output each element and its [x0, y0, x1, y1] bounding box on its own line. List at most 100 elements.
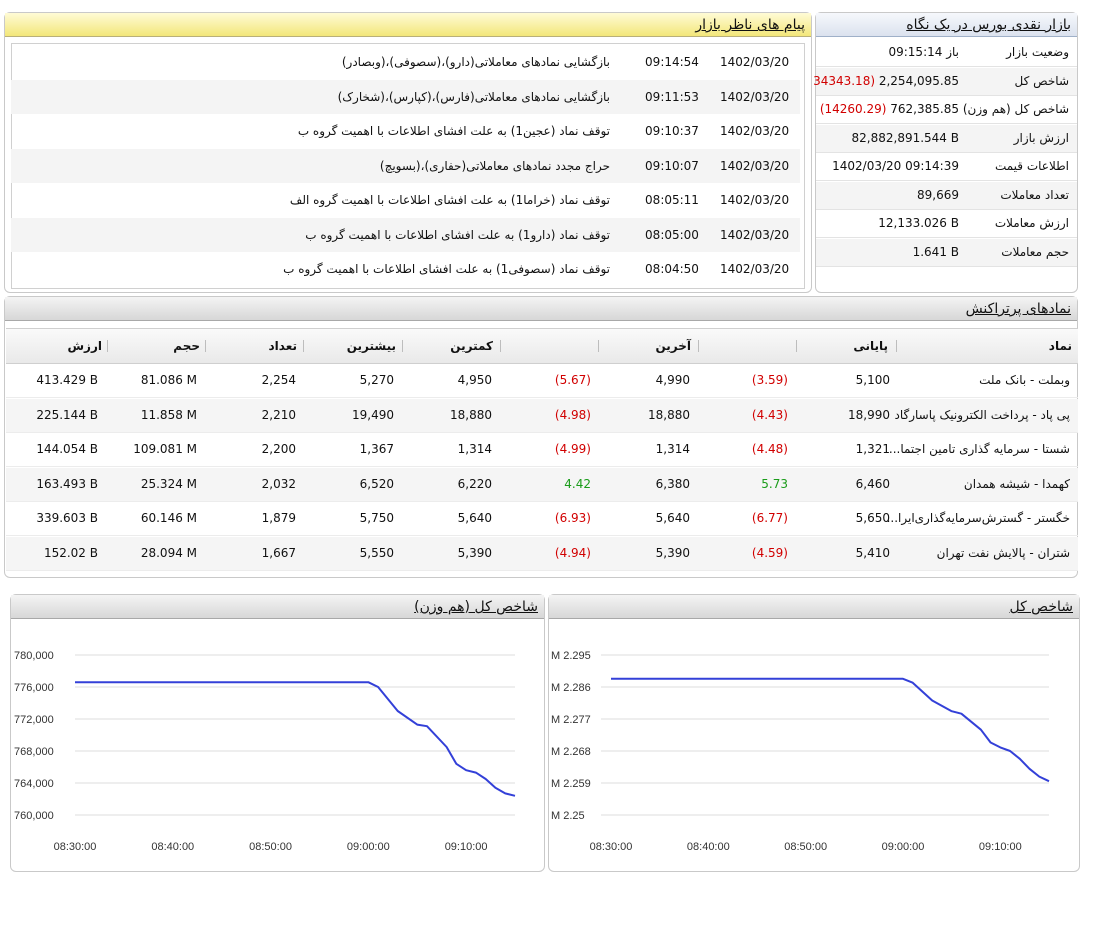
overview-label: اطلاعات قیمت [994, 159, 1069, 173]
table-row[interactable]: وبملت - بانک ملت 5,100 (3.59) 4,990 (5.67) 4,… [6, 364, 1078, 398]
trade-volume: 25.324 M [140, 476, 197, 491]
last-price: 5,390 [655, 545, 690, 560]
table-row[interactable]: شتران - پالایش نفت تهران 5,410 (4.59) 5,390… [6, 536, 1078, 571]
table-row[interactable]: کهمدا - شیشه همدان 6,460 5.73 6,380 4.42 6,22… [6, 467, 1078, 502]
overview-value-text: 89,669 [917, 187, 959, 202]
y-tick-label: 780,000 [14, 650, 54, 662]
close-price: 5,410 [855, 545, 890, 560]
news-text: حراج مجدد نمادهای معاملاتی(حفاری)،(بسویچ… [379, 158, 610, 173]
min-price: 1,314 [457, 442, 492, 456]
y-tick-label: M 2.268 [551, 746, 591, 758]
news-item[interactable]: 1402/03/20 09:10:07 حراج مجدد نمادهای معام… [11, 148, 800, 183]
last-price: 4,990 [655, 373, 690, 387]
news-time: 09:14:54 [645, 55, 699, 69]
overview-value: (14260.29) 762,385.85 [820, 102, 959, 116]
last-price: 18,880 [648, 407, 690, 422]
overview-label: ارزش معاملات [994, 216, 1069, 230]
y-tick-label: 776,000 [14, 682, 54, 694]
symbol-name[interactable]: پی پاد - پرداخت الکترونیک پاسارگاد [895, 408, 1071, 422]
news-text: توقف نماد (خراما1) به علت افشای اطلاعات … [289, 193, 610, 207]
overview-label: شاخص کل (هم وزن) [962, 102, 1069, 116]
col-separator [205, 340, 206, 352]
news-date: 1402/03/20 [720, 262, 790, 276]
symbol-name[interactable]: شستا - سرمایه گذاری تامین اجتما... [889, 442, 1070, 456]
symbol-name[interactable]: کهمدا - شیشه همدان [964, 477, 1070, 491]
news-time: 09:10:07 [645, 158, 699, 173]
overview-row: شاخص کل (هم وزن) (14260.29) 762,385.85 [816, 96, 1077, 124]
close-price: 18,990 [848, 407, 890, 422]
news-text: بازگشایی نمادهای معاملاتی(دارو)،(سصوفی)،… [341, 55, 610, 69]
table-row[interactable]: پی پاد - پرداخت الکترونیک پاسارگاد 18,990… [6, 398, 1078, 433]
close-change: (4.43) [751, 407, 788, 422]
news-time: 08:05:00 [645, 227, 699, 242]
last-change: (4.98) [554, 407, 591, 422]
overview-value-text: 1402/03/20 09:14:39 [832, 159, 959, 173]
table-row[interactable]: خگستر - گسترش‌سرمایه‌گذاری‌ایرا... 5,650 (… [6, 502, 1078, 536]
trade-value: 152.02 B [43, 545, 98, 560]
symbol-name[interactable]: وبملت - بانک ملت [979, 373, 1070, 387]
overview-value-text: 1.641 B [912, 244, 959, 259]
overview-value: 12,133.026 B [878, 216, 959, 230]
overview-value: باز 09:15:14 [888, 45, 959, 59]
news-item[interactable]: 1402/03/20 09:14:54 بازگشایی نمادهای معامل… [11, 45, 800, 79]
news-time: 08:04:50 [645, 262, 699, 276]
news-time: 09:11:53 [645, 89, 699, 104]
overview-row: ارزش معاملات 12,133.026 B [816, 210, 1077, 238]
news-item[interactable]: 1402/03/20 08:04:50 توقف نماد (سصوفی1) به … [11, 252, 800, 286]
x-tick-label: 08:30:00 [590, 841, 633, 853]
last-change: 4.42 [564, 476, 591, 491]
news-text: بازگشایی نمادهای معاملاتی(فارس)،(کپارس)،… [337, 89, 610, 104]
close-price: 6,460 [855, 476, 890, 491]
close-change: (4.59) [751, 545, 788, 560]
col-header-min[interactable]: کمترین [450, 330, 493, 362]
x-tick-label: 09:10:00 [445, 841, 488, 853]
col-header-close[interactable]: پایانی [853, 330, 888, 362]
news-time: 09:10:37 [645, 124, 699, 138]
table-row[interactable]: شستا - سرمایه گذاری تامین اجتما... 1,321 (… [6, 433, 1078, 467]
trade-value: 413.429 B [36, 373, 98, 387]
total-index-chart: M 2.295 M 2.286 M 2.277 M 2.268 M 2.259 M 2.2… [551, 650, 1050, 853]
y-tick-label: M 2.286 [551, 682, 591, 694]
news-item[interactable]: 1402/03/20 09:10:37 توقف نماد (عجین1) به ع… [11, 114, 800, 148]
table-header-bar [6, 328, 1078, 364]
symbol-name[interactable]: شتران - پالایش نفت تهران [937, 546, 1070, 560]
close-price: 5,100 [855, 373, 890, 387]
market-overview-panel: بازار نقدی بورس در یک نگاه وضعیت بازار با… [808, 12, 1078, 293]
overview-row: تعداد معاملات 89,669 [816, 181, 1077, 210]
news-date: 1402/03/20 [720, 158, 790, 173]
col-header-max[interactable]: بیشترین [347, 330, 396, 362]
news-item[interactable]: 1402/03/20 08:05:11 توقف نماد (خراما1) به … [11, 183, 800, 217]
col-separator [796, 340, 797, 352]
col-header-volume[interactable]: حجم [173, 330, 200, 362]
last-change: (6.93) [554, 511, 591, 525]
close-change: (3.59) [751, 373, 788, 387]
col-header-value[interactable]: ارزش [68, 330, 103, 362]
news-item[interactable]: 1402/03/20 09:11:53 بازگشایی نمادهای معامل… [11, 79, 800, 114]
news-item[interactable]: 1402/03/20 08:05:00 توقف نماد (دارو1) به ع… [11, 217, 800, 252]
trade-count: 2,200 [261, 442, 296, 456]
last-price: 1,314 [655, 442, 690, 456]
trade-count: 1,667 [261, 545, 296, 560]
last-change: (5.67) [554, 373, 591, 387]
overview-row: اطلاعات قیمت 1402/03/20 09:14:39 [816, 153, 1077, 181]
trade-count: 2,032 [261, 476, 296, 491]
col-header-symbol[interactable]: نماد [1049, 330, 1072, 362]
news-text: توقف نماد (عجین1) به علت افشای اطلاعات ب… [297, 124, 610, 138]
x-tick-label: 08:40:00 [151, 841, 194, 853]
close-change: (4.48) [751, 442, 788, 456]
col-separator [402, 340, 403, 352]
close-change: (6.77) [751, 511, 788, 525]
trade-value: 144.054 B [36, 442, 98, 456]
market-news-panel: پیام های ناظر بازار 1402/03/20 09:14:54 با… [4, 12, 812, 293]
overview-value-text: 2,254,095.85 [878, 73, 959, 88]
symbol-name[interactable]: خگستر - گسترش‌سرمایه‌گذاری‌ایرا... [887, 511, 1070, 525]
overview-row: وضعیت بازار باز 09:15:14 [816, 39, 1077, 67]
y-tick-label: 760,000 [14, 810, 54, 822]
col-header-last[interactable]: آخرین [655, 330, 691, 362]
col-separator [896, 340, 897, 352]
overview-row: ارزش بازار 82,882,891.544 B [816, 124, 1077, 153]
max-price: 5,270 [359, 373, 394, 387]
trade-count: 2,210 [261, 407, 296, 422]
col-header-count[interactable]: تعداد [269, 330, 297, 362]
x-tick-label: 09:10:00 [979, 841, 1022, 853]
